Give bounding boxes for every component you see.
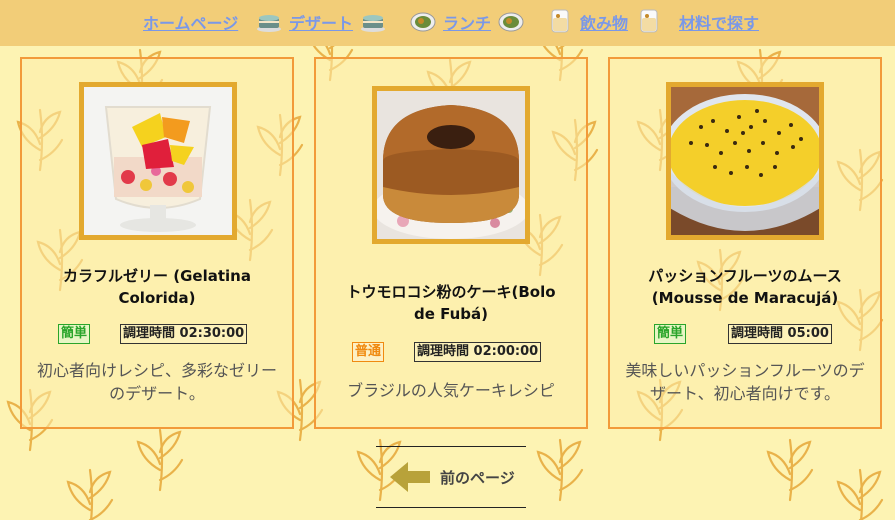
nav-link-lunch[interactable]: ランチ bbox=[443, 10, 491, 34]
cook-time-badge: 調理時間 02:00:00 bbox=[414, 342, 542, 362]
drink-glass-icon bbox=[640, 9, 658, 33]
arrow-left-icon bbox=[390, 462, 430, 492]
dish-icon bbox=[410, 12, 436, 32]
drink-glass-icon bbox=[551, 9, 569, 33]
difficulty-badge: 簡単 bbox=[58, 324, 91, 344]
recipe-card-colorful-jelly[interactable]: カラフルゼリー (Gelatina Colorida) 簡単 調理時間 02:3… bbox=[20, 57, 294, 429]
recipe-title: トウモロコシ粉のケーキ(Bolo de Fubá) bbox=[346, 283, 556, 323]
recipe-description: ブラジルの人気ケーキレシピ bbox=[347, 381, 555, 400]
nav-link-dessert[interactable]: デザート bbox=[289, 10, 353, 34]
cook-time-badge: 調理時間 05:00 bbox=[728, 324, 832, 344]
recipe-card-passion-fruit-mousse[interactable]: パッションフルーツのムース (Mousse de Maracujá) 簡単 調理… bbox=[608, 57, 882, 429]
recipe-description: 初心者向けレシピ、多彩なゼリーのデザート。 bbox=[36, 361, 277, 403]
cake-icon bbox=[361, 15, 385, 32]
recipe-description: 美味しいパッションフルーツのデザート、初心者向けです。 bbox=[625, 361, 865, 403]
recipe-card-corn-cake[interactable]: トウモロコシ粉のケーキ(Bolo de Fubá) 普通 調理時間 02:00:… bbox=[314, 57, 588, 429]
colorful-jelly-photo[interactable] bbox=[79, 82, 237, 240]
nav-link-home[interactable]: ホームページ bbox=[143, 10, 238, 34]
pager-divider-top bbox=[376, 446, 526, 447]
top-navigation: ホームページ デザート ランチ 飲み物 材料で探す bbox=[0, 0, 895, 46]
dish-icon bbox=[498, 12, 524, 32]
cook-time-badge: 調理時間 02:30:00 bbox=[120, 324, 248, 344]
previous-page-button[interactable]: 前のページ bbox=[384, 458, 524, 498]
passion-fruit-mousse-photo[interactable] bbox=[666, 82, 824, 240]
corn-cake-photo[interactable] bbox=[372, 86, 530, 244]
nav-link-search-by-ingredient[interactable]: 材料で探す bbox=[679, 10, 759, 34]
cake-icon bbox=[257, 15, 281, 32]
difficulty-badge: 普通 bbox=[352, 342, 385, 362]
difficulty-badge: 簡単 bbox=[654, 324, 687, 344]
nav-link-drinks[interactable]: 飲み物 bbox=[580, 10, 628, 34]
recipe-title: カラフルゼリー (Gelatina Colorida) bbox=[63, 267, 251, 307]
recipe-title: パッションフルーツのムース (Mousse de Maracujá) bbox=[648, 267, 842, 307]
previous-page-label: 前のページ bbox=[440, 469, 515, 487]
pager-divider-bottom bbox=[376, 507, 526, 508]
